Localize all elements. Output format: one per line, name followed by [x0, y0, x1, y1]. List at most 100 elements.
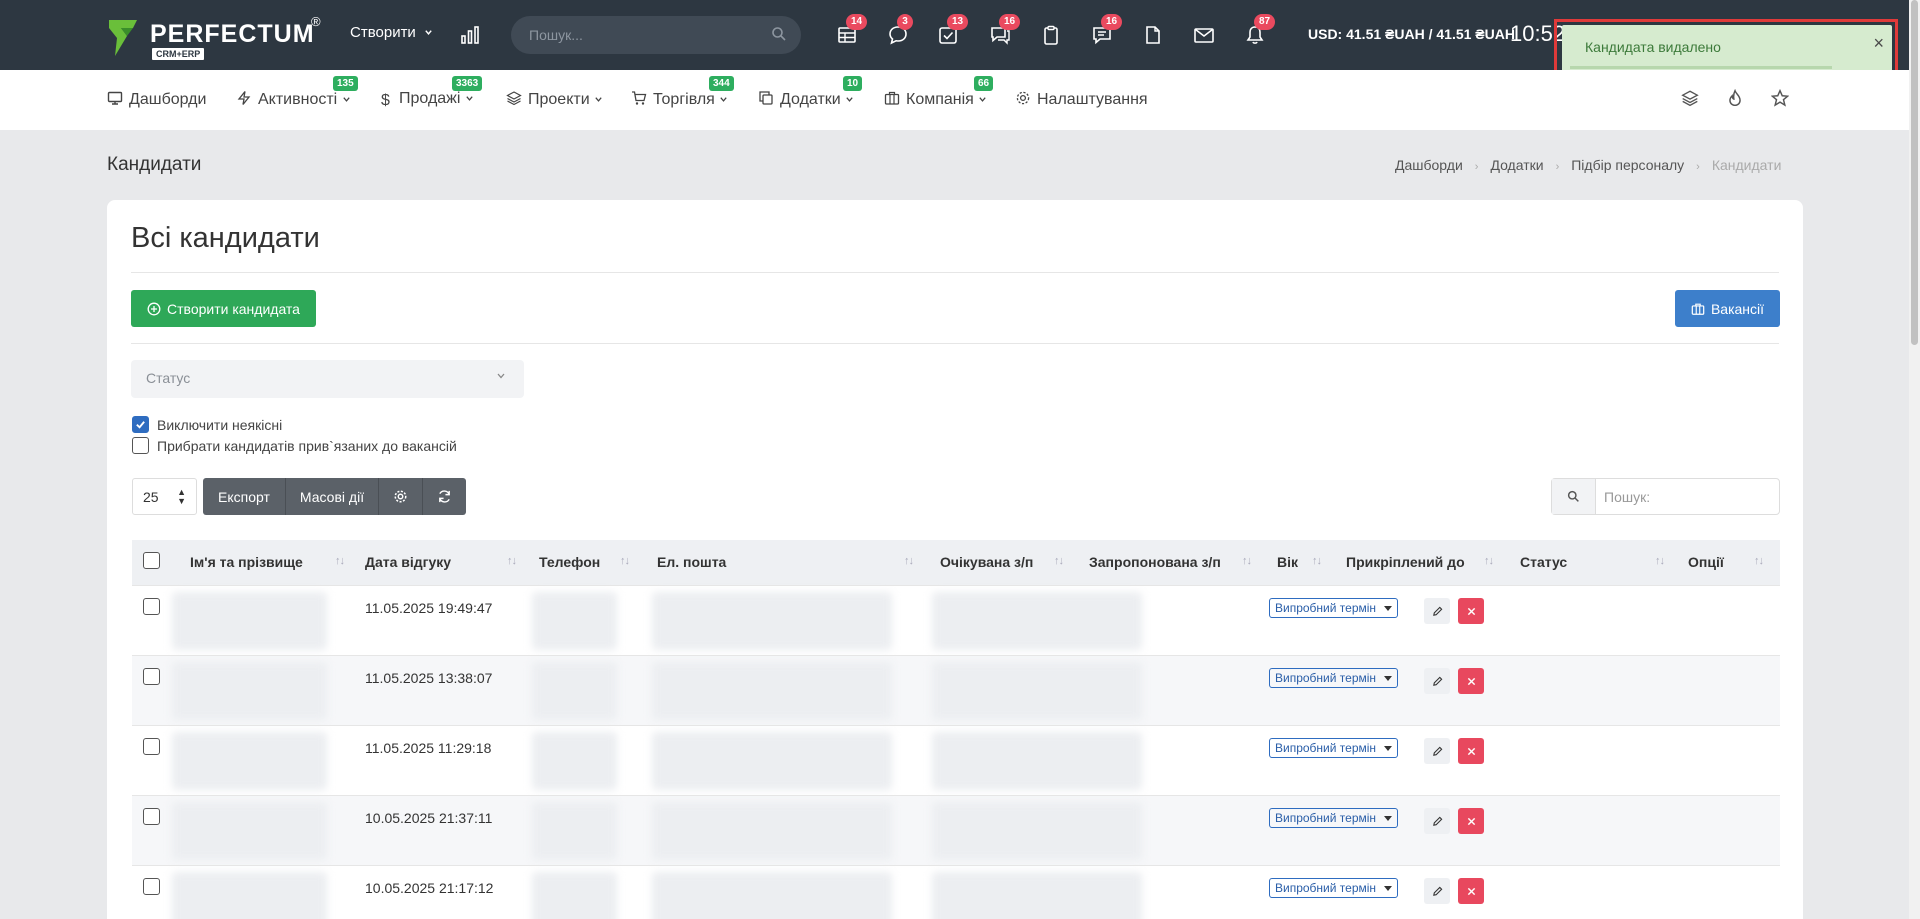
bar-chart-icon[interactable] — [460, 25, 480, 45]
per-page-select[interactable]: 25 ▲ ▼ — [132, 478, 197, 515]
nav-item-activities[interactable]: Активності 135 — [236, 76, 358, 109]
column-header-expected-salary[interactable]: Очікувана з/п — [940, 554, 1033, 570]
row-status-dropdown[interactable]: Випробний термін — [1269, 878, 1398, 898]
sort-icon[interactable]: ↑↓ — [620, 555, 630, 567]
fire-icon[interactable] — [1726, 89, 1744, 107]
table-actions-group: Експорт Масові дії — [203, 478, 466, 515]
remove-linked-checkbox[interactable] — [132, 437, 149, 454]
select-all-checkbox[interactable] — [143, 552, 160, 569]
clipboard-icon[interactable] — [1038, 22, 1064, 48]
delete-button[interactable] — [1458, 808, 1484, 834]
export-button[interactable]: Експорт — [203, 478, 286, 515]
chevron-down-icon — [979, 97, 986, 102]
notes-icon[interactable]: 16 — [1089, 14, 1123, 48]
chevron-down-icon — [497, 373, 505, 379]
layers-icon[interactable] — [1681, 89, 1699, 107]
nav-badge: 344 — [709, 76, 734, 91]
breadcrumb: Дашборди › Додатки › Підбір персоналу › Кандид… — [1395, 157, 1781, 173]
create-candidate-button[interactable]: Створити кандидата — [131, 290, 316, 327]
row-checkbox[interactable] — [143, 878, 160, 895]
table-settings-button[interactable] — [379, 478, 423, 515]
sort-icon[interactable]: ↑↓ — [507, 555, 517, 567]
delete-button[interactable] — [1458, 878, 1484, 904]
chevron-down-icon — [425, 30, 432, 35]
sort-icon[interactable]: ↑↓ — [1242, 555, 1252, 567]
delete-button[interactable] — [1458, 598, 1484, 624]
delete-button[interactable] — [1458, 738, 1484, 764]
bell-icon[interactable]: 87 — [1242, 14, 1276, 48]
divider — [131, 272, 1779, 273]
breadcrumb-item[interactable]: Дашборди — [1395, 157, 1463, 173]
delete-button[interactable] — [1458, 668, 1484, 694]
logo[interactable]: PERFECTUM ® CRM+ERP — [107, 14, 322, 62]
row-status-dropdown[interactable]: Випробний термін — [1269, 668, 1398, 688]
sort-icon[interactable]: ↑↓ — [1054, 555, 1064, 567]
table-search-input[interactable] — [1604, 487, 1769, 507]
row-status-dropdown[interactable]: Випробний термін — [1269, 738, 1398, 758]
nav-item-settings[interactable]: Налаштування — [1015, 90, 1148, 109]
row-checkbox[interactable] — [143, 738, 160, 755]
bulk-actions-label: Масові дії — [299, 488, 365, 505]
redacted-salary — [932, 802, 1142, 860]
sort-icon[interactable]: ↑↓ — [1655, 555, 1665, 567]
nav-item-addons[interactable]: Додатки 10 — [758, 76, 863, 109]
row-status-label: Випробний термін — [1275, 741, 1377, 755]
nav-badge: 66 — [974, 76, 994, 91]
edit-button[interactable] — [1424, 668, 1450, 694]
exclude-low-quality-checkbox[interactable] — [132, 416, 149, 433]
refresh-button[interactable] — [423, 478, 466, 515]
sort-icon[interactable]: ↑↓ — [1754, 555, 1764, 567]
nav-item-label: Налаштування — [1037, 91, 1148, 108]
column-header-age[interactable]: Вік — [1277, 554, 1298, 570]
column-header-email[interactable]: Ел. пошта — [657, 554, 726, 570]
scrollbar-thumb[interactable] — [1911, 0, 1918, 345]
sort-icon[interactable]: ↑↓ — [1312, 555, 1322, 567]
breadcrumb-item[interactable]: Підбір персоналу — [1571, 157, 1684, 173]
nav-item-sales[interactable]: $ Продажі 3363 — [381, 76, 483, 110]
updown-arrows-icon: ▲ ▼ — [177, 487, 186, 506]
nav-item-label: Компанія — [906, 91, 974, 108]
page-scrollbar[interactable] — [1909, 0, 1920, 919]
breadcrumb-item[interactable]: Додатки — [1490, 157, 1543, 173]
bulk-actions-button[interactable]: Масові дії — [286, 478, 379, 515]
row-status-dropdown[interactable]: Випробний термін — [1269, 598, 1398, 618]
nav-item-trade[interactable]: Торгівля 344 — [631, 76, 734, 109]
nav-item-company[interactable]: Компанія 66 — [884, 76, 994, 109]
comments-icon[interactable]: 16 — [987, 14, 1021, 48]
sort-icon[interactable]: ↑↓ — [904, 555, 914, 567]
mail-icon[interactable] — [1191, 22, 1217, 48]
column-header-phone[interactable]: Телефон — [539, 554, 600, 570]
row-checkbox[interactable] — [143, 598, 160, 615]
lightning-icon — [237, 91, 251, 105]
create-menu[interactable]: Створити — [350, 24, 433, 41]
row-status-dropdown[interactable]: Випробний термін — [1269, 808, 1398, 828]
global-search[interactable] — [511, 16, 801, 54]
tasks-icon[interactable]: 13 — [935, 14, 969, 48]
column-header-status[interactable]: Статус — [1520, 554, 1567, 570]
edit-button[interactable] — [1424, 808, 1450, 834]
chat-icon[interactable]: 3 — [885, 14, 913, 48]
vacancies-button[interactable]: Вакансії — [1675, 290, 1780, 327]
sort-icon[interactable]: ↑↓ — [335, 555, 345, 567]
close-icon[interactable]: × — [1873, 33, 1884, 54]
column-header-name[interactable]: Ім'я та прізвище — [190, 554, 303, 570]
monitor-icon — [107, 91, 123, 105]
caret-down-icon — [1384, 886, 1392, 891]
nav-item-dashboards[interactable]: Дашборди — [107, 90, 206, 109]
edit-button[interactable] — [1424, 598, 1450, 624]
table-icon[interactable]: 14 — [834, 14, 868, 48]
status-filter-select[interactable]: Статус — [131, 360, 524, 398]
edit-button[interactable] — [1424, 878, 1450, 904]
file-icon[interactable] — [1140, 22, 1166, 48]
sort-icon[interactable]: ↑↓ — [1484, 555, 1494, 567]
row-checkbox[interactable] — [143, 808, 160, 825]
star-icon[interactable] — [1771, 89, 1789, 107]
edit-button[interactable] — [1424, 738, 1450, 764]
column-header-offered-salary[interactable]: Запропонована з/п — [1089, 554, 1221, 570]
redacted-salary — [932, 732, 1142, 790]
nav-item-projects[interactable]: Проекти — [506, 90, 603, 109]
column-header-date[interactable]: Дата відгуку — [365, 554, 451, 570]
global-search-input[interactable] — [529, 25, 759, 45]
column-header-attached-to[interactable]: Прикріплений до — [1346, 554, 1465, 570]
row-checkbox[interactable] — [143, 668, 160, 685]
